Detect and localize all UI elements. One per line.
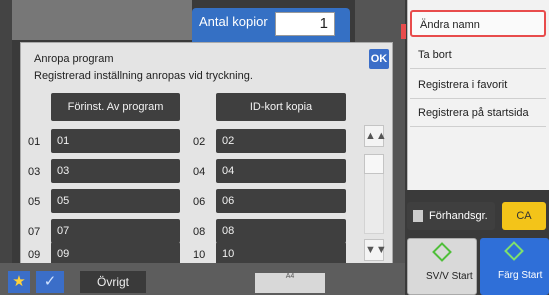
scroll-up-button[interactable]: ▲▲ xyxy=(364,125,387,147)
id-card-copy-button[interactable]: ID-kort kopia xyxy=(216,93,346,121)
program-button-01[interactable]: 01 xyxy=(51,129,180,153)
bw-start-label: SV/V Start xyxy=(426,271,473,282)
preview-button[interactable]: Förhandsgr. xyxy=(407,202,495,230)
bw-start-button[interactable]: SV/V Start xyxy=(407,238,477,295)
check-icon[interactable]: ✓ xyxy=(36,271,64,293)
preview-icon xyxy=(413,210,423,223)
menu-item-delete[interactable]: Ta bort xyxy=(410,42,546,69)
selection-marker xyxy=(401,24,406,39)
left-strip xyxy=(0,0,12,295)
row-number: 01 xyxy=(28,136,41,148)
dialog-title: Anropa program xyxy=(34,53,114,65)
row-number: 06 xyxy=(193,196,206,208)
row-number: 08 xyxy=(193,226,206,238)
preset-program-button[interactable]: Förinst. Av program xyxy=(51,93,180,121)
start-diamond-icon xyxy=(504,241,524,261)
clear-all-button[interactable]: CA xyxy=(502,202,546,230)
other-button[interactable]: Övrigt xyxy=(80,271,146,293)
scroll-down-button[interactable]: ▼▼ xyxy=(364,239,387,261)
recall-program-dialog: Anropa program Registrerad inställning a… xyxy=(20,42,393,270)
program-button-05[interactable]: 05 xyxy=(51,189,180,213)
scroll-thumb[interactable] xyxy=(364,154,384,174)
paper-size-indicator: A4 xyxy=(255,273,325,293)
ok-button[interactable]: OK xyxy=(369,49,389,69)
preview-label: Förhandsgr. xyxy=(429,210,488,222)
copies-label: Antal kopior xyxy=(199,14,268,29)
row-number: 05 xyxy=(28,196,41,208)
program-button-04[interactable]: 04 xyxy=(216,159,346,183)
program-button-08[interactable]: 08 xyxy=(216,219,346,243)
row-number: 02 xyxy=(193,136,206,148)
top-grey-area xyxy=(12,0,192,40)
color-start-label: Färg Start xyxy=(498,270,543,281)
row-number: 03 xyxy=(28,166,41,178)
menu-item-register-favorite[interactable]: Registrera i favorit xyxy=(410,72,546,99)
row-number: 04 xyxy=(193,166,206,178)
program-button-07[interactable]: 07 xyxy=(51,219,180,243)
program-button-06[interactable]: 06 xyxy=(216,189,346,213)
row-number: 10 xyxy=(193,249,206,261)
program-button-03[interactable]: 03 xyxy=(51,159,180,183)
menu-item-rename[interactable]: Ändra namn xyxy=(410,10,546,37)
star-icon[interactable]: ★ xyxy=(8,271,30,293)
color-start-button[interactable]: Färg Start xyxy=(480,238,549,295)
copies-input[interactable]: 1 xyxy=(275,12,335,36)
start-diamond-icon xyxy=(432,242,452,262)
row-number: 07 xyxy=(28,226,41,238)
program-button-02[interactable]: 02 xyxy=(216,129,346,153)
row-number: 09 xyxy=(28,249,41,261)
dialog-subtitle: Registrerad inställning anropas vid tryc… xyxy=(34,70,253,82)
menu-item-register-home[interactable]: Registrera på startsida xyxy=(410,100,546,127)
